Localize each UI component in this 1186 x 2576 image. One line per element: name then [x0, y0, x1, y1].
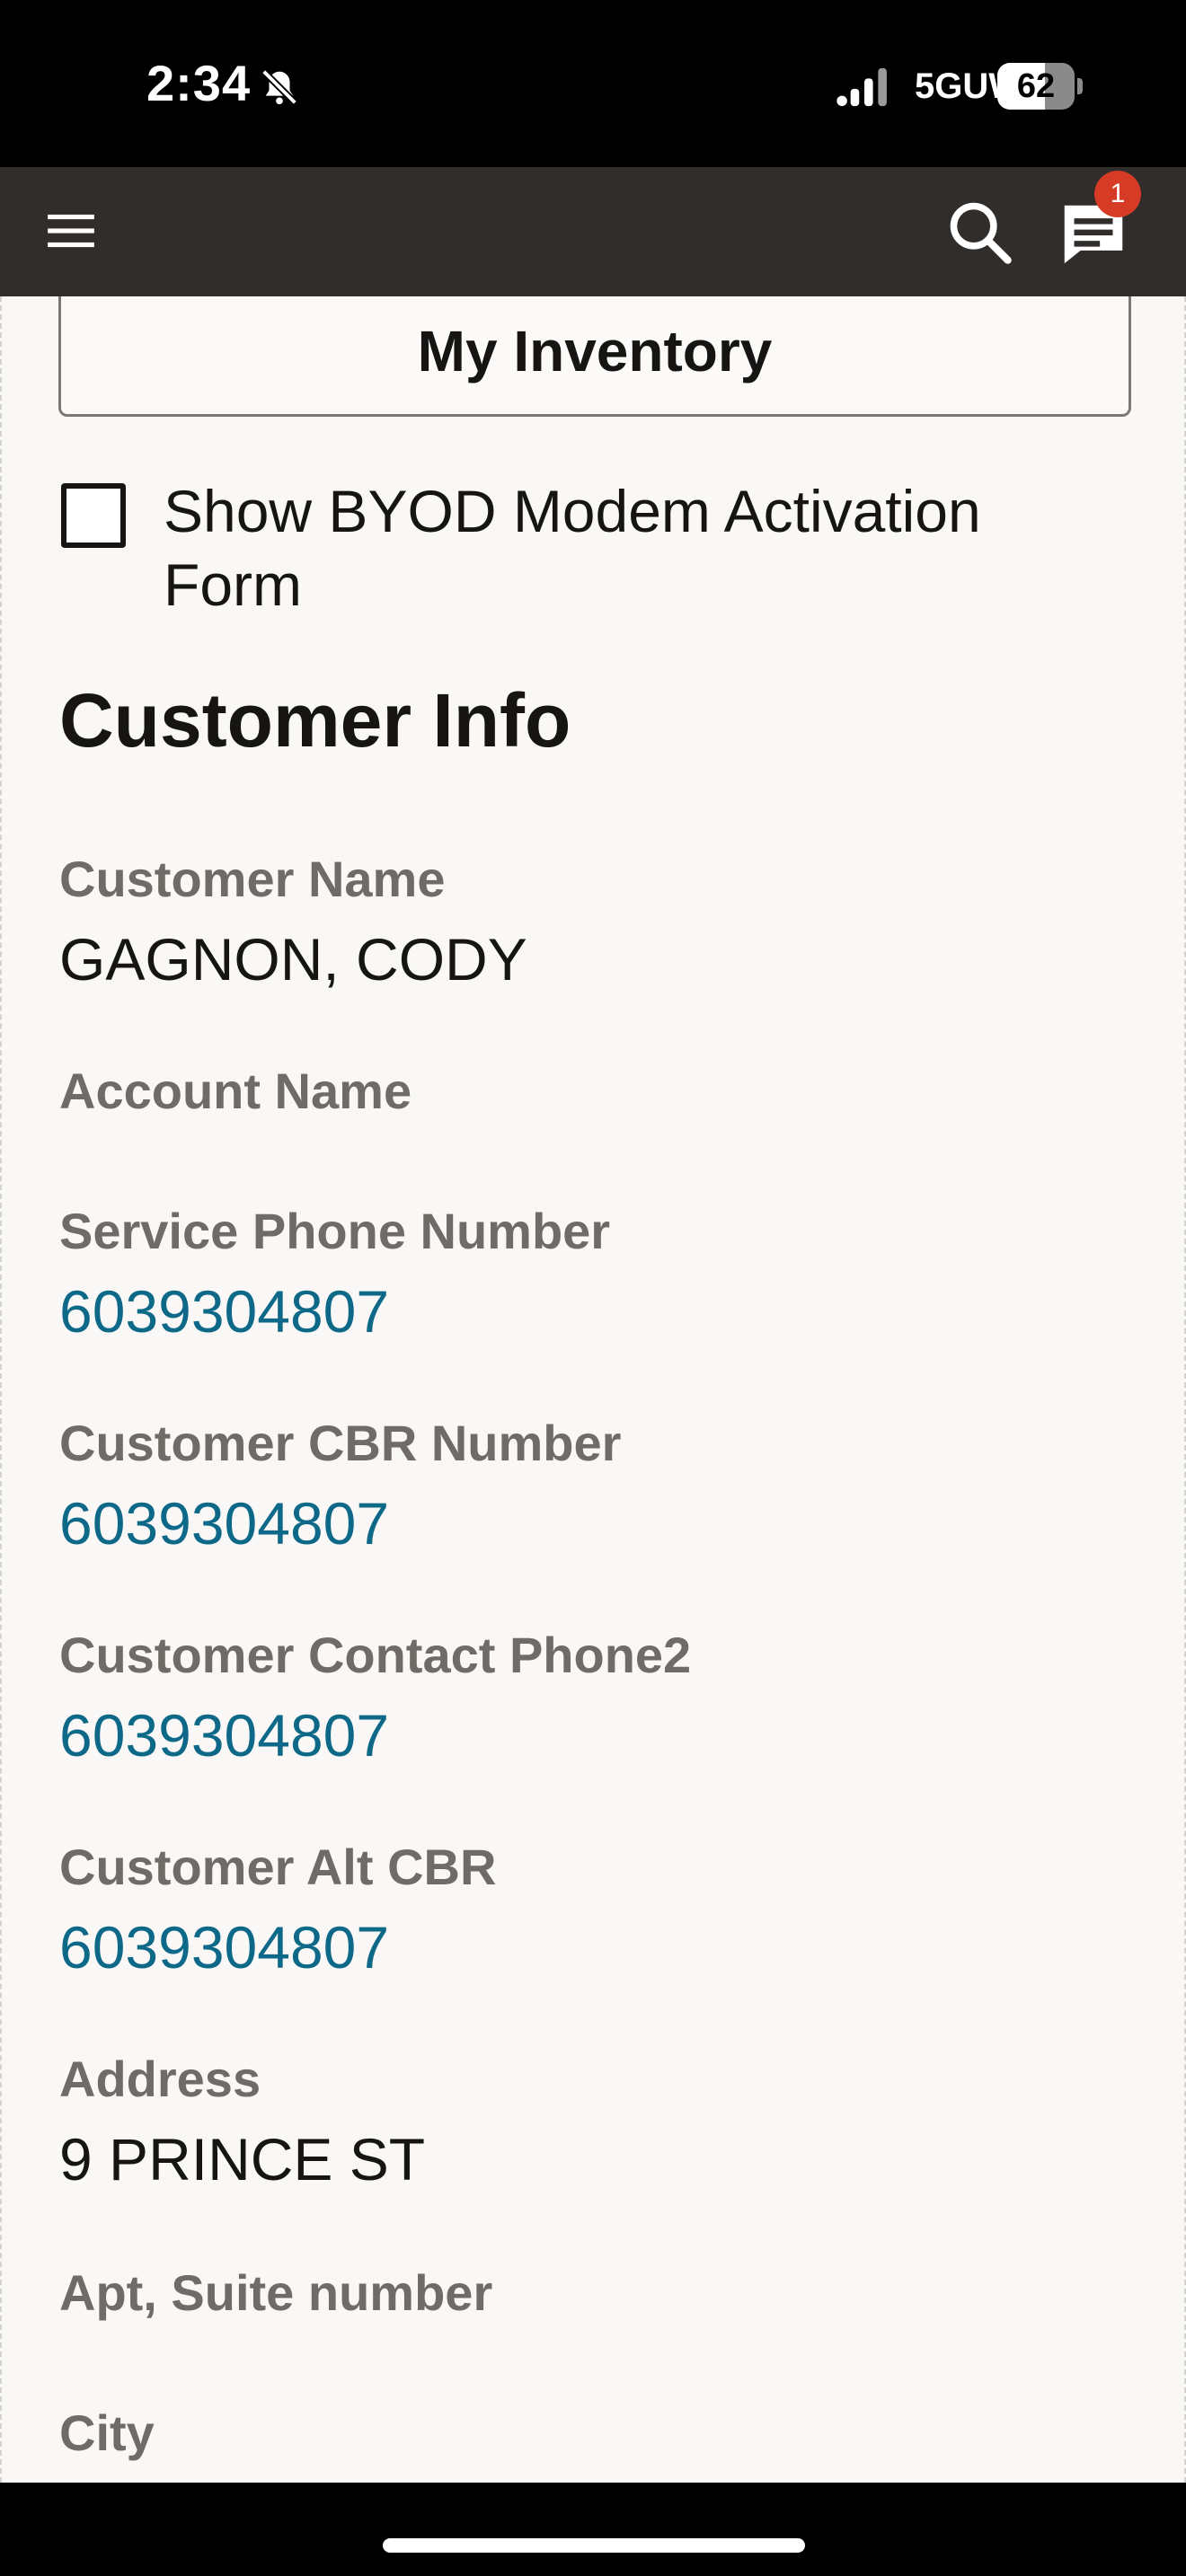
customer-cbr-link[interactable]: 6039304807: [59, 1490, 389, 1557]
home-indicator[interactable]: [383, 2538, 805, 2553]
notification-badge[interactable]: 1: [1094, 171, 1141, 217]
address-label: Address: [59, 2051, 261, 2107]
contact-phone2-link[interactable]: 6039304807: [59, 1702, 389, 1769]
signal-icon: [836, 67, 887, 107]
battery-percent: 62: [1016, 67, 1056, 105]
battery-icon: 62: [997, 63, 1084, 110]
byod-checkbox[interactable]: [61, 483, 126, 548]
section-title: Customer Info: [59, 678, 571, 763]
my-inventory-button[interactable]: My Inventory: [58, 296, 1131, 417]
phone-screen: 2:34 5GUW 62 1 My Inventory Show BYOD Mo…: [0, 0, 1186, 2576]
hamburger-menu-icon[interactable]: [43, 203, 99, 259]
customer-name-label: Customer Name: [59, 851, 446, 907]
address-value: 9 PRINCE ST: [59, 2126, 426, 2192]
contact-phone2-label: Customer Contact Phone2: [59, 1627, 692, 1683]
alt-cbr-label: Customer Alt CBR: [59, 1839, 497, 1895]
status-bar: 2:34 5GUW 62: [0, 0, 1186, 167]
service-phone-label: Service Phone Number: [59, 1203, 611, 1259]
customer-name-value: GAGNON, CODY: [59, 926, 527, 992]
main-content: My Inventory Show BYOD Modem Activation …: [0, 296, 1186, 2483]
bell-muted-icon: [261, 69, 297, 105]
city-label: City: [59, 2404, 155, 2461]
contact-phone2-value: 6039304807: [59, 1701, 389, 1769]
service-phone-value: 6039304807: [59, 1277, 389, 1345]
alt-cbr-link[interactable]: 6039304807: [59, 1914, 389, 1981]
account-name-label: Account Name: [59, 1063, 412, 1119]
status-time: 2:34: [146, 55, 252, 111]
search-icon[interactable]: [945, 198, 1013, 266]
customer-cbr-label: Customer CBR Number: [59, 1415, 622, 1471]
customer-cbr-value: 6039304807: [59, 1489, 389, 1557]
alt-cbr-value: 6039304807: [59, 1913, 389, 1981]
byod-checkbox-label[interactable]: Show BYOD Modem Activation Form: [164, 474, 1116, 622]
app-header: [0, 167, 1186, 296]
service-phone-link[interactable]: 6039304807: [59, 1278, 389, 1345]
apt-suite-label: Apt, Suite number: [59, 2264, 493, 2321]
bottom-bar: [0, 2483, 1186, 2576]
